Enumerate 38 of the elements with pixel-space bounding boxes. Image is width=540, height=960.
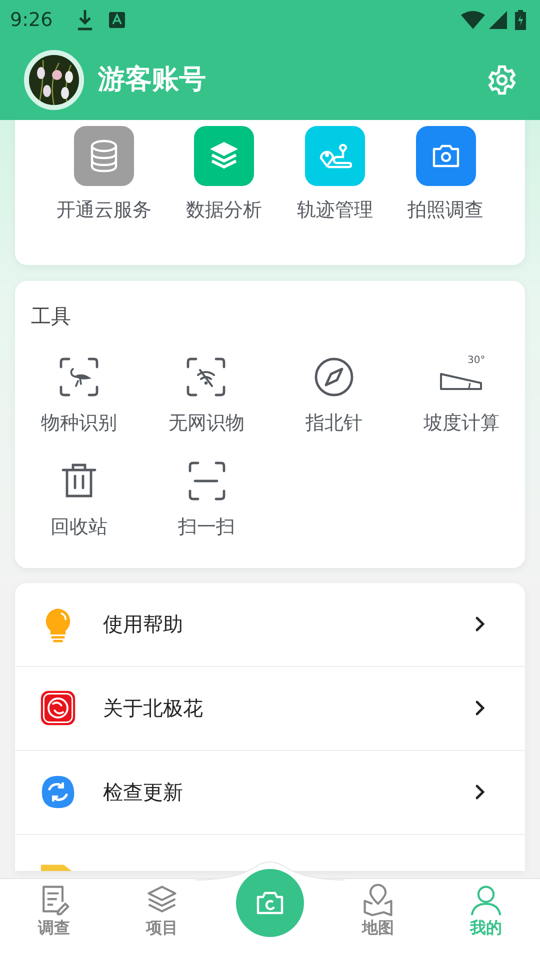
person-icon (469, 883, 503, 917)
tool-button[interactable]: 无网识物 (142, 354, 270, 437)
download-icon (76, 9, 93, 31)
tool-button[interactable]: 指北针 (270, 354, 398, 437)
nav-tab[interactable]: 地图 (324, 879, 432, 937)
service-button[interactable]: 轨迹管理 (296, 126, 373, 224)
no-wifi-scan-icon (186, 356, 226, 396)
tool-button[interactable]: 物种识别 (15, 354, 142, 437)
section-title: 工具 (30, 302, 72, 330)
account-name: 游客账号 (98, 62, 207, 97)
battery-icon (515, 10, 526, 30)
tool-button[interactable]: 30° 坡度计算 (398, 354, 525, 437)
tool-button[interactable]: 扫一扫 (142, 459, 270, 542)
service-button[interactable]: 开通云服务 (56, 126, 152, 224)
tool-button[interactable]: 回收站 (15, 459, 142, 542)
keyboard-app-icon (108, 12, 125, 28)
map-pin-icon (361, 883, 395, 917)
chevron-right-icon (475, 784, 485, 800)
nav-tab[interactable]: 调查 (0, 879, 108, 937)
angle-label: 30° (468, 354, 486, 368)
nav-tab[interactable]: 项目 (108, 879, 216, 937)
signal-icon (489, 11, 507, 29)
wifi-icon (461, 11, 485, 29)
scan-icon (186, 461, 226, 501)
service-button[interactable]: 拍照调查 (408, 126, 484, 224)
aperture-logo-icon (39, 689, 77, 727)
menu-row[interactable]: 检查更新 (15, 750, 525, 834)
chevron-right-icon (475, 616, 485, 632)
compass-icon (314, 356, 354, 396)
settings-button[interactable] (486, 64, 518, 96)
slope-icon (440, 372, 482, 390)
chevron-right-icon (475, 700, 485, 716)
menu-row[interactable]: 关于北极花 (15, 666, 525, 750)
flamingo-scan-icon (58, 356, 99, 396)
menu-row[interactable]: 使用帮助 (15, 582, 525, 666)
service-button[interactable]: 数据分析 (186, 126, 262, 224)
refresh-icon (39, 773, 77, 811)
status-time: 9:26 (10, 8, 53, 33)
